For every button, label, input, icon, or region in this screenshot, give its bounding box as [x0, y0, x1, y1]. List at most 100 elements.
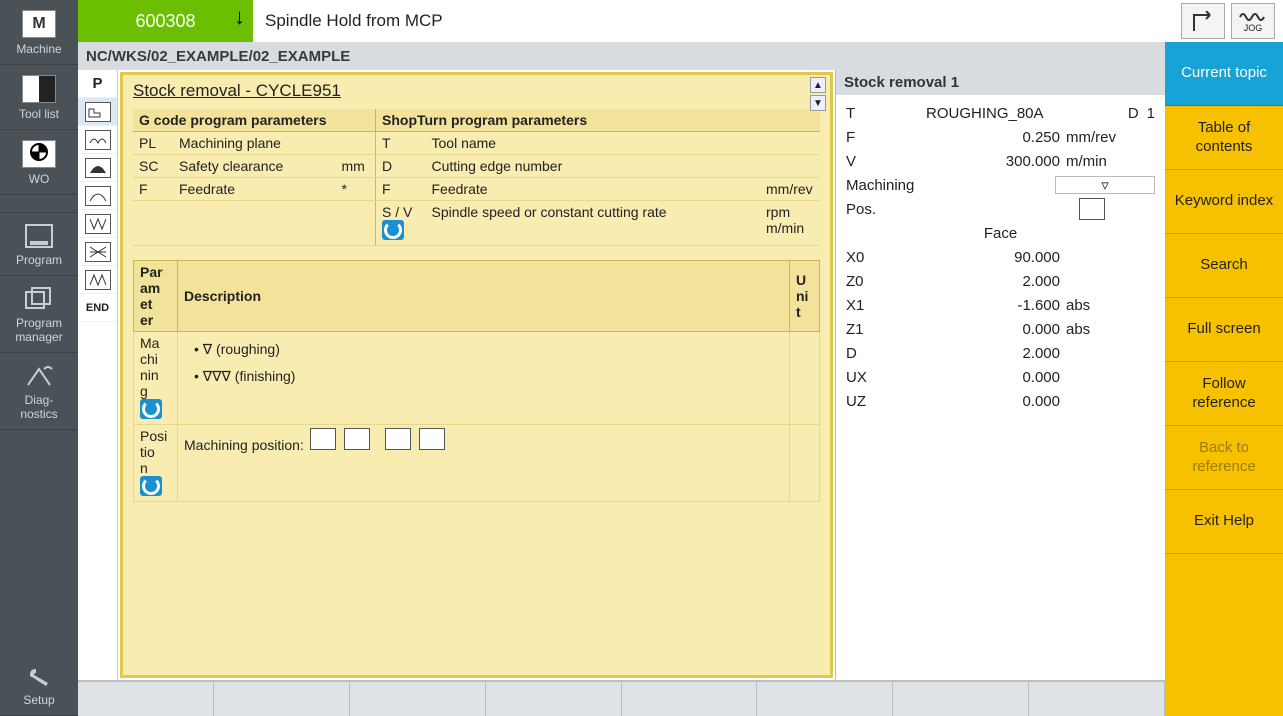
softkey-5[interactable]	[622, 682, 758, 716]
d-value[interactable]: 1	[1147, 105, 1155, 122]
machining-select[interactable]: ▿	[1055, 176, 1155, 194]
f-value[interactable]: 0.250	[926, 129, 1066, 146]
desc-desc-hdr: Description	[178, 261, 790, 332]
gcode-header: G code program parameters	[133, 109, 376, 132]
g3-unit: *	[336, 178, 376, 201]
btn-toc[interactable]: Table of contents	[1165, 106, 1283, 170]
x1-value[interactable]: -1.600	[926, 297, 1066, 314]
x0-value[interactable]: 90.000	[926, 249, 1066, 266]
step-stockremoval[interactable]	[78, 98, 117, 126]
btn-current-topic[interactable]: Current topic	[1165, 42, 1283, 106]
s3-unit: mm/rev	[760, 178, 820, 201]
softkey-8[interactable]	[1029, 682, 1165, 716]
step-p[interactable]: P	[78, 70, 117, 98]
z0-label: Z0	[846, 273, 926, 290]
nav-setup-label: Setup	[23, 693, 54, 707]
softkey-2[interactable]	[214, 682, 350, 716]
x1-label: X1	[846, 297, 926, 314]
z0-value[interactable]: 2.000	[926, 273, 1066, 290]
desc-unit-hdr: Unit	[790, 261, 820, 332]
pos-icon-3[interactable]	[385, 428, 411, 450]
jog-label: JOG	[1244, 23, 1263, 33]
param-table: G code program parameters ShopTurn progr…	[133, 109, 820, 246]
mode-icon-1[interactable]	[1181, 3, 1225, 39]
step-6[interactable]	[78, 210, 117, 238]
s1-desc: Tool name	[426, 132, 761, 155]
dd-label: D	[846, 345, 926, 362]
step-3[interactable]	[78, 126, 117, 154]
softkey-6[interactable]	[757, 682, 893, 716]
btn-search[interactable]: Search	[1165, 234, 1283, 298]
pos-select-icon[interactable]	[1079, 198, 1105, 220]
help-title: Stock removal - CYCLE951	[133, 81, 341, 101]
alarm-text: Spindle Hold from MCP	[253, 0, 1173, 42]
nav-diagnostics[interactable]: Diag-nostics	[0, 353, 78, 430]
s4-desc: Spindle speed or constant cutting rate	[426, 201, 761, 246]
nav-machine-label: Machine	[16, 42, 61, 56]
btn-follow-reference[interactable]: Follow reference	[1165, 362, 1283, 426]
t-value[interactable]: ROUGHING_80A	[926, 105, 1128, 122]
pos-icon-1[interactable]	[310, 428, 336, 450]
uz-value[interactable]: 0.000	[926, 393, 1066, 410]
softkey-7[interactable]	[893, 682, 1029, 716]
pos-icon-4[interactable]	[419, 428, 445, 450]
program-path: NC/WKS/02_EXAMPLE/02_EXAMPLE	[78, 42, 1165, 70]
step-8[interactable]	[78, 266, 117, 294]
pos-icon-2[interactable]	[344, 428, 370, 450]
v-label: V	[846, 153, 926, 170]
machining-param-label: Machining	[134, 332, 178, 425]
nav-toollist[interactable]: Tool list	[0, 65, 78, 130]
ux-value[interactable]: 0.000	[926, 369, 1066, 386]
g3-code: F	[133, 178, 173, 201]
bottom-softkey-bar	[78, 680, 1165, 716]
alarm-badge[interactable]: 600308 ↓	[78, 0, 253, 42]
v-value[interactable]: 300.000	[926, 153, 1066, 170]
stockremoval-icon	[85, 102, 111, 122]
g2-code: SC	[133, 155, 173, 178]
shopturn-header: ShopTurn program parameters	[376, 109, 821, 132]
nav-machine[interactable]: М Machine	[0, 0, 78, 65]
cycle-toggle-icon[interactable]	[382, 220, 404, 240]
s4-unit: rpmm/min	[760, 201, 820, 246]
s1-unit	[760, 132, 820, 155]
description-table: Parameter Description Unit Machining • ∇…	[133, 260, 820, 502]
g1-desc: Machining plane	[173, 132, 336, 155]
btn-keyword-index[interactable]: Keyword index	[1165, 170, 1283, 234]
f-unit: mm/rev	[1066, 129, 1136, 146]
right-sidebar: Current topic Table of contents Keyword …	[1165, 42, 1283, 716]
step-end[interactable]: END	[78, 294, 117, 322]
btn-full-screen[interactable]: Full screen	[1165, 298, 1283, 362]
position-desc: Machining position:	[178, 425, 790, 502]
softkey-4[interactable]	[486, 682, 622, 716]
nav-wo[interactable]: WO	[0, 130, 78, 195]
step-4[interactable]	[78, 154, 117, 182]
s3-desc: Feedrate	[426, 178, 761, 201]
face-label: Face	[984, 225, 1017, 242]
scroll-down-icon[interactable]: ▼	[810, 95, 826, 111]
scroll-up-icon[interactable]: ▲	[810, 77, 826, 93]
softkey-3[interactable]	[350, 682, 486, 716]
main-column: 600308 ↓ Spindle Hold from MCP JOG NC/WK…	[78, 0, 1283, 716]
nav-progman[interactable]: Programmanager	[0, 276, 78, 353]
step-5[interactable]	[78, 182, 117, 210]
nav-setup[interactable]: Setup	[0, 653, 78, 716]
alarm-number: 600308	[135, 11, 195, 32]
top-bar: 600308 ↓ Spindle Hold from MCP JOG	[78, 0, 1283, 42]
step-7[interactable]	[78, 238, 117, 266]
softkey-1[interactable]	[78, 682, 214, 716]
nav-program[interactable]: Program	[0, 213, 78, 276]
t-label: T	[846, 105, 926, 122]
z1-value[interactable]: 0.000	[926, 321, 1066, 338]
jog-icon[interactable]: JOG	[1231, 3, 1275, 39]
s3-code: F	[376, 178, 426, 201]
cycle-toggle-icon-3[interactable]	[140, 476, 162, 496]
toollist-icon	[22, 75, 56, 103]
btn-exit-help[interactable]: Exit Help	[1165, 490, 1283, 554]
cycle-toggle-icon-2[interactable]	[140, 399, 162, 419]
desc-par-hdr: Parameter	[134, 261, 178, 332]
s1-code: T	[376, 132, 426, 155]
nav-toollist-label: Tool list	[19, 107, 59, 121]
dd-value[interactable]: 2.000	[926, 345, 1066, 362]
machining-desc: • ∇ (roughing) • ∇∇∇ (finishing)	[178, 332, 790, 425]
progman-icon	[24, 286, 54, 312]
